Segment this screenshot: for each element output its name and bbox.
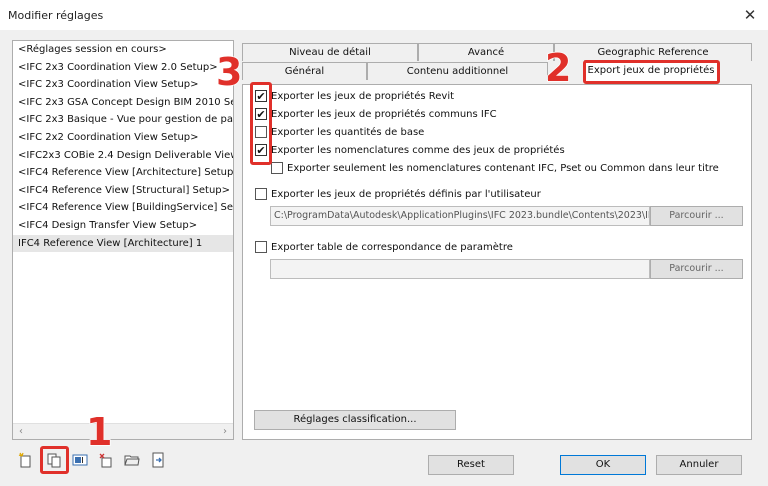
tab-geographic-reference[interactable]: Geographic Reference <box>554 43 752 61</box>
schedules-only-checkbox[interactable] <box>271 162 283 174</box>
annotation-box-checkboxes <box>250 82 272 165</box>
tab-general[interactable]: Général <box>242 62 367 80</box>
window-title: Modifier réglages <box>8 9 104 22</box>
title-bar: Modifier réglages ✕ <box>0 0 768 30</box>
setup-list-item[interactable]: <IFC 2x3 GSA Concept Design BIM 2010 Set… <box>13 94 233 112</box>
param-mapping-option[interactable]: Exporter table de correspondance de para… <box>255 240 513 254</box>
scroll-right-icon[interactable]: › <box>218 425 232 439</box>
new-setup-icon[interactable] <box>18 452 34 468</box>
user-defined-pset-option[interactable]: Exporter les jeux de propriétés définis … <box>255 187 541 201</box>
setup-list-item[interactable]: <IFC 2x3 Coordination View Setup> <box>13 76 233 94</box>
scroll-left-icon[interactable]: ‹ <box>14 425 28 439</box>
setup-list-item[interactable]: <IFC4 Design Transfer View Setup> <box>13 217 233 235</box>
annotation-box-export-tab <box>583 60 720 84</box>
browse-param-mapping-button[interactable]: Parcourir ... <box>650 259 743 279</box>
open-folder-icon[interactable] <box>124 452 140 468</box>
horizontal-scrollbar[interactable]: ‹ › <box>13 423 233 439</box>
setup-list-item[interactable]: <IFC 2x3 Coordination View 2.0 Setup> <box>13 59 233 77</box>
user-defined-pset-label: Exporter les jeux de propriétés définis … <box>271 188 541 200</box>
delete-setup-icon[interactable] <box>98 452 114 468</box>
tab-avance[interactable]: Avancé <box>418 43 554 61</box>
export-setup-icon[interactable] <box>150 452 166 468</box>
setup-list-item[interactable]: <IFC4 Reference View [BuildingService] S… <box>13 199 233 217</box>
schedules-pset-label: Exporter les nomenclatures comme des jeu… <box>271 144 565 156</box>
schedules-only-option[interactable]: Exporter seulement les nomenclatures con… <box>271 161 719 175</box>
setup-list-item[interactable]: <IFC4 Reference View [Architecture] Setu… <box>13 164 233 182</box>
browse-user-defined-button[interactable]: Parcourir ... <box>650 206 743 226</box>
ifc-common-pset-label: Exporter les jeux de propriétés communs … <box>271 108 497 120</box>
schedules-only-label: Exporter seulement les nomenclatures con… <box>287 162 719 174</box>
annotation-number-1: 1 <box>85 409 113 455</box>
tab-contenu-additionnel[interactable]: Contenu additionnel <box>367 62 548 80</box>
setup-list[interactable]: <Réglages session en cours> <IFC 2x3 Coor… <box>12 40 234 440</box>
classification-settings-button[interactable]: Réglages classification... <box>254 410 456 430</box>
param-mapping-path-field[interactable] <box>270 259 650 279</box>
base-quantities-label: Exporter les quantités de base <box>271 126 425 138</box>
param-mapping-label: Exporter table de correspondance de para… <box>271 241 513 253</box>
revit-pset-option[interactable]: ✔ Exporter les jeux de propriétés Revit <box>255 89 454 103</box>
ok-button[interactable]: OK <box>560 455 646 475</box>
annotation-number-2: 2 <box>544 45 572 91</box>
annotation-box-duplicate <box>40 446 69 474</box>
reset-button[interactable]: Reset <box>428 455 514 475</box>
close-icon[interactable]: ✕ <box>740 5 760 25</box>
setup-list-item[interactable]: <IFC2x3 COBie 2.4 Design Deliverable Vie… <box>13 147 233 165</box>
revit-pset-label: Exporter les jeux de propriétés Revit <box>271 90 455 102</box>
user-defined-path-field[interactable]: C:\ProgramData\Autodesk\ApplicationPlugi… <box>270 206 650 226</box>
setup-list-item[interactable]: IFC4 Reference View [Architecture] 1 <box>13 234 233 253</box>
ifc-common-pset-option[interactable]: ✔ Exporter les jeux de propriétés commun… <box>255 107 497 121</box>
setup-list-item[interactable]: <IFC4 Reference View [Structural] Setup> <box>13 182 233 200</box>
annotation-number-3: 3 <box>215 49 243 95</box>
rename-setup-icon[interactable] <box>72 452 88 468</box>
setup-list-item[interactable]: <IFC 2x3 Basique - Vue pour gestion de p… <box>13 111 233 129</box>
setup-list-item[interactable]: <Réglages session en cours> <box>13 41 233 59</box>
base-quantities-option[interactable]: Exporter les quantités de base <box>255 125 424 139</box>
cancel-button[interactable]: Annuler <box>656 455 742 475</box>
setup-list-item[interactable]: <IFC 2x2 Coordination View Setup> <box>13 129 233 147</box>
user-defined-pset-checkbox[interactable] <box>255 188 267 200</box>
param-mapping-checkbox[interactable] <box>255 241 267 253</box>
schedules-pset-option[interactable]: ✔ Exporter les nomenclatures comme des j… <box>255 143 565 157</box>
tab-niveau-de-detail[interactable]: Niveau de détail <box>242 43 418 61</box>
